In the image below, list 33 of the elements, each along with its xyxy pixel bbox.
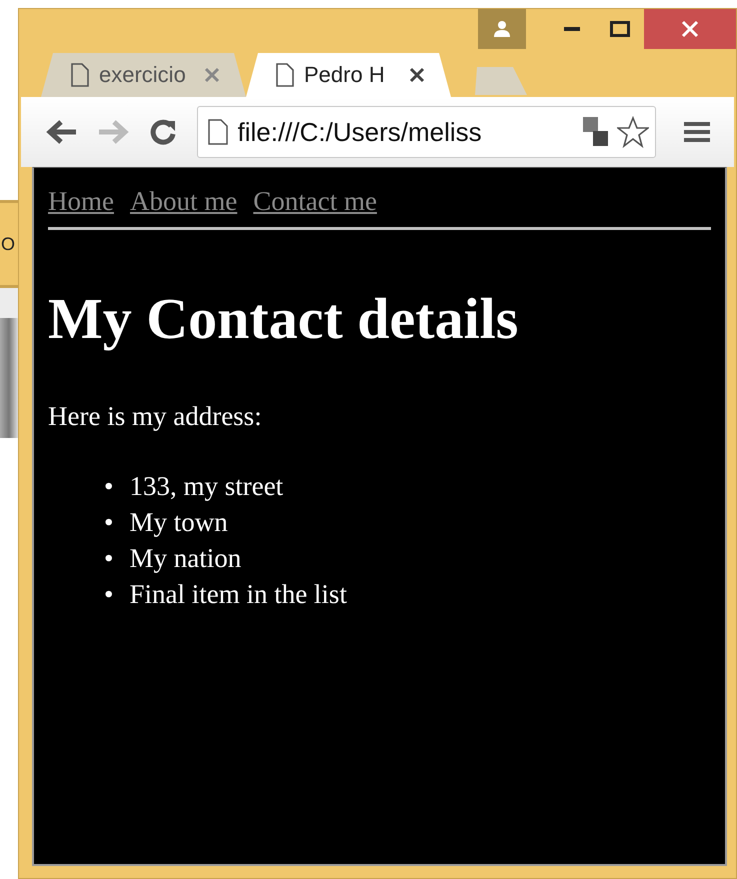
page-icon — [71, 63, 89, 87]
list-bullet: • — [104, 470, 114, 503]
page-icon — [276, 63, 294, 87]
browser-tab[interactable]: exercicio — [41, 53, 246, 97]
address-list-item: Final item in the list — [129, 578, 347, 611]
close-button[interactable] — [644, 9, 736, 49]
address-list-item: My town — [129, 506, 228, 539]
person-icon — [493, 20, 511, 38]
back-arrow-icon — [46, 119, 78, 145]
address-intro-text: Here is my address: — [48, 400, 263, 432]
nav-link[interactable]: About me — [130, 186, 254, 217]
page-heading: My Contact details — [48, 286, 520, 353]
browser-tab[interactable]: Pedro H — [246, 53, 451, 97]
star-icon[interactable] — [616, 116, 648, 148]
nav-link[interactable]: Home — [48, 186, 130, 217]
nav-link[interactable]: Contact me — [253, 186, 393, 217]
page-icon — [208, 119, 228, 145]
maximize-icon — [610, 21, 630, 37]
forward-arrow-icon — [96, 119, 129, 145]
close-icon — [681, 20, 699, 38]
address-list-item: 133, my street — [129, 470, 284, 503]
translate-icon[interactable] — [582, 117, 608, 147]
list-bullet: • — [104, 578, 114, 611]
address-bar[interactable]: file:///C:/Users/meliss — [196, 106, 656, 158]
profile-button[interactable] — [478, 9, 526, 49]
background-window-text: O — [1, 234, 16, 254]
reload-icon — [149, 118, 178, 146]
menu-icon — [684, 121, 710, 143]
address-list-item: My nation — [129, 542, 242, 575]
list-bullet: • — [104, 542, 114, 575]
list-bullet: • — [104, 506, 114, 539]
close-tab-icon[interactable] — [409, 67, 425, 83]
minimize-icon — [564, 27, 580, 31]
